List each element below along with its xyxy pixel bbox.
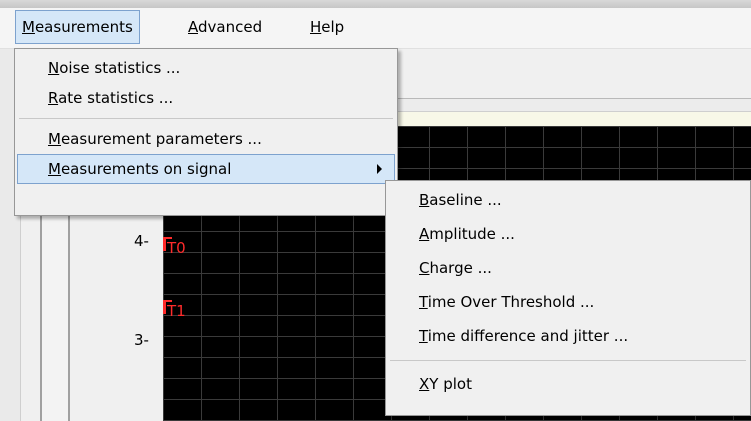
menu-item-label: ime difference and jitter ... bbox=[427, 327, 629, 345]
menu-item-label: ime Over Threshold ... bbox=[427, 293, 595, 311]
mnemonic: T bbox=[419, 327, 428, 345]
marker-flag-icon bbox=[163, 237, 166, 251]
status-strip bbox=[398, 112, 751, 127]
menu-item-rate-statistics[interactable]: Rate statistics ... bbox=[17, 83, 395, 113]
signal-submenu: Baseline ... Amplitude ... Charge ... Ti… bbox=[385, 180, 751, 416]
menu-bar: Measurements Advanced Help bbox=[0, 8, 751, 49]
mnemonic: T bbox=[419, 293, 428, 311]
mnemonic: B bbox=[419, 191, 430, 209]
menu-advanced[interactable]: Advanced bbox=[182, 10, 268, 44]
menu-item-label: ate statistics ... bbox=[58, 89, 174, 107]
menu-item-measurement-parameters[interactable]: Measurement parameters ... bbox=[17, 124, 395, 154]
menu-item-label: easurements on signal bbox=[60, 160, 232, 178]
menu-item-measurements-on-signal[interactable]: Measurements on signal bbox=[17, 154, 395, 184]
submenu-arrow-icon bbox=[377, 164, 382, 174]
mnemonic: X bbox=[419, 375, 430, 393]
menu-item-amplitude[interactable]: Amplitude ... bbox=[388, 219, 748, 249]
menu-item-label: mplitude ... bbox=[429, 225, 515, 243]
title-bar-strip bbox=[0, 0, 751, 8]
marker-label: T1 bbox=[167, 302, 186, 320]
menu-label: dvanced bbox=[198, 18, 263, 36]
menu-label: easurements bbox=[34, 18, 133, 36]
menu-label: elp bbox=[321, 18, 345, 36]
left-panel-scroll-region bbox=[40, 216, 70, 421]
mnemonic: M bbox=[48, 130, 61, 148]
menu-item-label: Y plot bbox=[429, 375, 472, 393]
menu-item-label: oise statistics ... bbox=[59, 59, 181, 77]
mnemonic: M bbox=[48, 160, 61, 178]
menu-item-time-difference-jitter[interactable]: Time difference and jitter ... bbox=[388, 321, 748, 351]
measurements-dropdown: Noise statistics ... Rate statistics ...… bbox=[14, 48, 398, 216]
mnemonic: N bbox=[48, 59, 60, 77]
mnemonic: A bbox=[188, 18, 198, 36]
menu-separator bbox=[19, 118, 393, 119]
mnemonic: M bbox=[22, 18, 35, 36]
menu-item-time-over-threshold[interactable]: Time Over Threshold ... bbox=[388, 287, 748, 317]
menu-help[interactable]: Help bbox=[304, 10, 350, 44]
mnemonic: H bbox=[310, 18, 322, 36]
menu-item-baseline[interactable]: Baseline ... bbox=[388, 185, 748, 215]
toolbar-area bbox=[398, 48, 751, 99]
menu-separator bbox=[390, 360, 746, 361]
menu-measurements[interactable]: Measurements bbox=[15, 10, 140, 44]
y-axis-label-3: 3- bbox=[134, 331, 149, 349]
mnemonic: R bbox=[48, 89, 59, 107]
mnemonic: A bbox=[419, 225, 430, 243]
y-axis-label-4: 4- bbox=[134, 232, 149, 250]
toolbar-divider bbox=[398, 99, 751, 112]
menu-item-label: aseline ... bbox=[429, 191, 502, 209]
menu-item-label: harge ... bbox=[429, 259, 492, 277]
menu-item-label: easurement parameters ... bbox=[60, 130, 262, 148]
menu-item-charge[interactable]: Charge ... bbox=[388, 253, 748, 283]
menu-item-noise-statistics[interactable]: Noise statistics ... bbox=[17, 53, 395, 83]
marker-flag-icon bbox=[163, 300, 166, 314]
marker-label: T0 bbox=[167, 239, 186, 257]
menu-item-xy-plot[interactable]: XY plot bbox=[388, 369, 748, 399]
mnemonic: C bbox=[419, 259, 430, 277]
